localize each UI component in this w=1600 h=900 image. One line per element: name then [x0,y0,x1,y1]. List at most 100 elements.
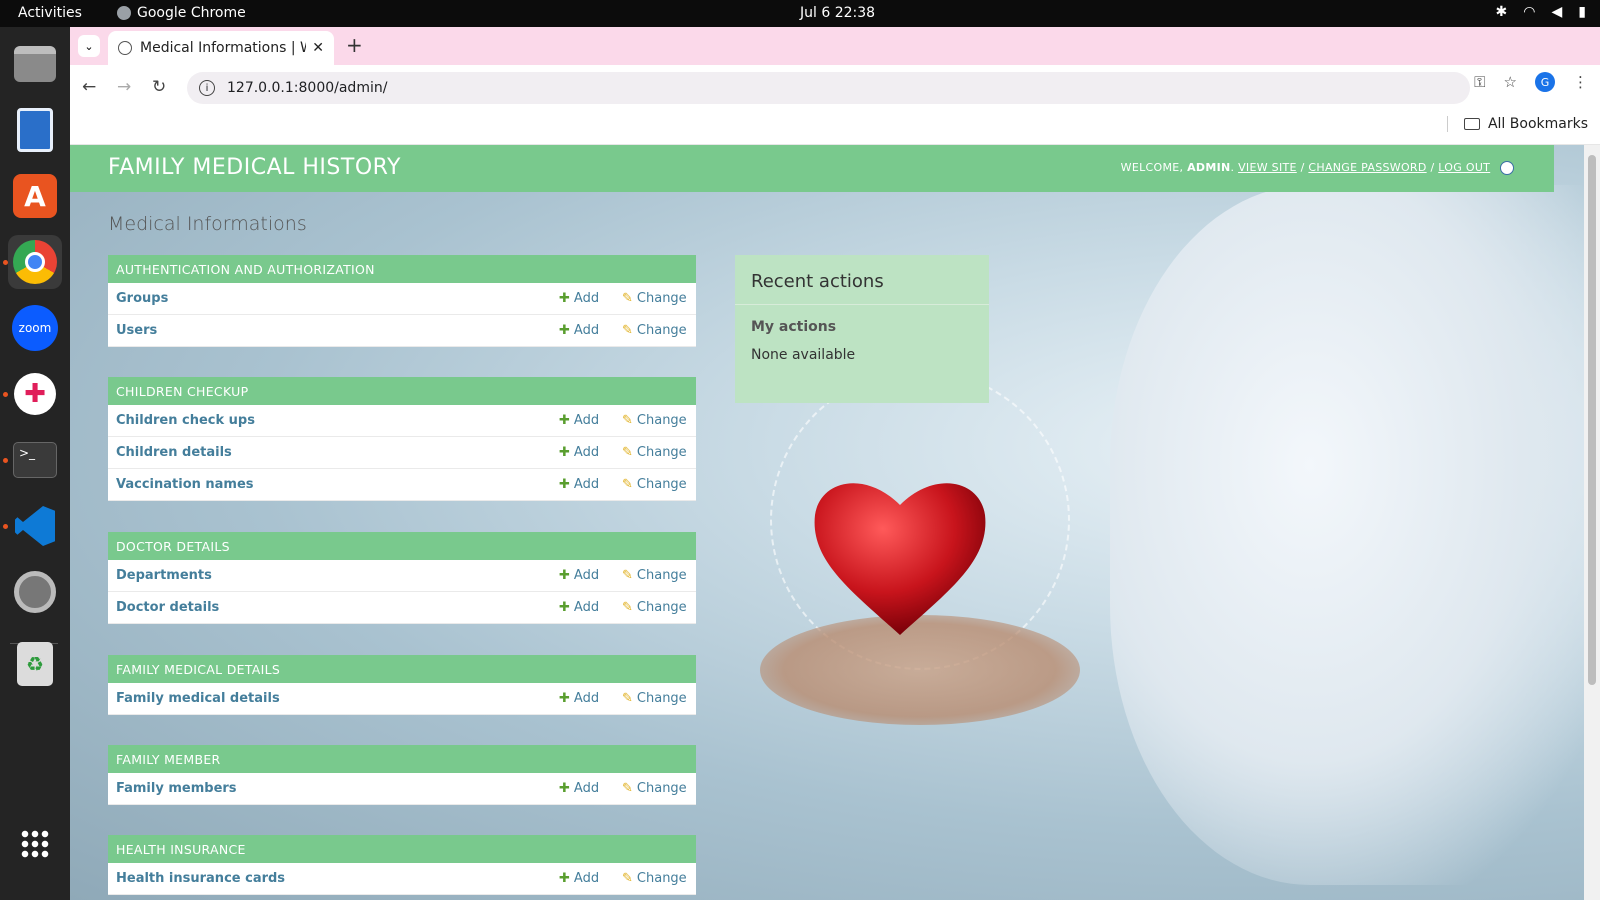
writer-icon[interactable] [8,103,62,157]
bookmark-star-icon[interactable]: ☆ [1504,73,1517,91]
model-link[interactable]: Children check ups [116,413,255,428]
trash-icon[interactable]: ♻ [8,637,62,691]
reload-icon[interactable]: ↻ [152,77,166,97]
model-link[interactable]: Children details [116,445,232,460]
activities-button[interactable]: Activities [18,5,82,21]
add-link[interactable]: ✚ Add [559,477,599,492]
vscode-running-dot [3,524,8,529]
all-bookmarks-button[interactable]: All Bookmarks [1446,116,1588,132]
app-center-icon[interactable]: A [8,169,62,223]
pencil-icon: ✎ [622,781,633,796]
add-link[interactable]: ✚ Add [559,871,599,886]
new-tab-button[interactable]: + [346,33,363,57]
recent-actions-panel: Recent actions My actions None available [735,255,989,403]
change-link[interactable]: ✎ Change [622,291,687,306]
theme-toggle-icon[interactable] [1500,161,1514,175]
change-link[interactable]: ✎ Change [622,781,687,796]
add-link[interactable]: ✚ Add [559,691,599,706]
module-caption[interactable]: CHILDREN CHECKUP [108,377,696,405]
forward-icon[interactable]: → [117,77,131,97]
change-link[interactable]: ✎ Change [622,600,687,615]
change-label: Change [636,477,687,492]
module: HEALTH INSURANCE Health insurance cards ✚ A… [108,835,696,895]
module: FAMILY MEDICAL DETAILS Family medical det… [108,655,696,715]
url-text: 127.0.0.1:8000/admin/ [227,80,388,96]
scrollbar-thumb[interactable] [1588,155,1596,685]
pencil-icon: ✎ [622,568,633,583]
change-link[interactable]: ✎ Change [622,477,687,492]
change-link[interactable]: ✎ Change [622,323,687,338]
vscode-icon[interactable] [8,499,62,553]
site-info-icon[interactable]: i [199,80,215,96]
dock: A zoom ✚ >_ ♻ [0,27,70,900]
add-link[interactable]: ✚ Add [559,413,599,428]
model-link[interactable]: Family members [116,781,237,796]
password-key-icon[interactable]: ⚿ [1474,73,1485,91]
menu-kebab-icon[interactable]: ⋮ [1573,73,1588,91]
files-icon[interactable] [8,37,62,91]
change-label: Change [636,291,687,306]
clock[interactable]: Jul 6 22:38 [800,5,875,21]
close-tab-icon[interactable]: ✕ [312,40,324,56]
view-site-link[interactable]: VIEW SITE [1238,161,1297,174]
module-caption[interactable]: DOCTOR DETAILS [108,532,696,560]
module-caption[interactable]: AUTHENTICATION AND AUTHORIZATION [108,255,696,283]
username: ADMIN [1187,161,1231,174]
change-link[interactable]: ✎ Change [622,871,687,886]
model-link[interactable]: Vaccination names [116,477,254,492]
profile-avatar[interactable]: G [1535,72,1555,92]
slack-icon[interactable]: ✚ [8,367,62,421]
module: CHILDREN CHECKUP Children check ups ✚ Add ✎ C… [108,377,696,501]
model-row: Doctor details ✚ Add ✎ Change [108,592,696,624]
page-scrollbar[interactable] [1584,145,1600,900]
add-link[interactable]: ✚ Add [559,291,599,306]
battery-icon[interactable]: ▮ [1578,4,1586,20]
add-label: Add [573,600,600,615]
address-bar[interactable]: i 127.0.0.1:8000/admin/ [187,72,1470,104]
wifi-icon[interactable]: ◠ [1523,4,1535,20]
background-heart-image [814,483,986,635]
change-link[interactable]: ✎ Change [622,413,687,428]
system-tray[interactable]: ✱ ◠ ◀ ▮ [1496,4,1586,20]
add-link[interactable]: ✚ Add [559,568,599,583]
change-link[interactable]: ✎ Change [622,445,687,460]
model-link[interactable]: Health insurance cards [116,871,285,886]
model-link[interactable]: Users [116,323,157,338]
page-title: Medical Informations [108,213,307,235]
change-password-link[interactable]: CHANGE PASSWORD [1308,161,1426,174]
pencil-icon: ✎ [622,600,633,615]
tab-search-button[interactable]: ⌄ [78,35,100,57]
add-link[interactable]: ✚ Add [559,323,599,338]
chrome-icon[interactable] [8,235,62,289]
back-icon[interactable]: ← [82,77,96,97]
change-link[interactable]: ✎ Change [622,691,687,706]
pencil-icon: ✎ [622,323,633,338]
module-caption[interactable]: FAMILY MEDICAL DETAILS [108,655,696,683]
apps-grid-icon[interactable] [8,817,62,871]
module-caption[interactable]: HEALTH INSURANCE [108,835,696,863]
log-out-link[interactable]: LOG OUT [1438,161,1490,174]
terminal-icon[interactable]: >_ [8,433,62,487]
add-link[interactable]: ✚ Add [559,781,599,796]
zoom-label: zoom [12,305,58,351]
model-link[interactable]: Departments [116,568,212,583]
tab-medical-informations[interactable]: Medical Informations | W ✕ [108,31,334,65]
model-link[interactable]: Doctor details [116,600,219,615]
site-branding[interactable]: FAMILY MEDICAL HISTORY [108,155,401,180]
zoom-icon[interactable]: zoom [8,301,62,355]
add-label: Add [573,291,600,306]
settings-icon[interactable] [8,565,62,619]
volume-icon[interactable]: ◀ [1552,4,1563,20]
model-link[interactable]: Family medical details [116,691,280,706]
add-label: Add [573,781,600,796]
slack-tray-icon[interactable]: ✱ [1496,4,1508,20]
active-app-menu[interactable]: Google Chrome [117,5,246,21]
change-link[interactable]: ✎ Change [622,568,687,583]
add-link[interactable]: ✚ Add [559,445,599,460]
model-row: Health insurance cards ✚ Add ✎ Change [108,863,696,895]
add-icon: ✚ [559,691,570,706]
model-link[interactable]: Groups [116,291,168,306]
module-caption[interactable]: FAMILY MEMBER [108,745,696,773]
add-link[interactable]: ✚ Add [559,600,599,615]
model-row: Family members ✚ Add ✎ Change [108,773,696,805]
